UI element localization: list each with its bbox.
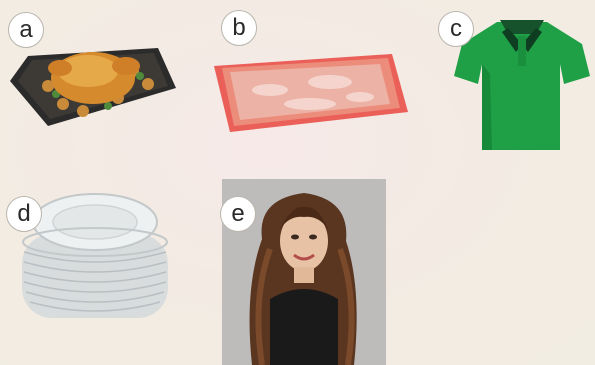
label-c: c — [438, 11, 474, 47]
label-d: d — [6, 196, 42, 232]
label-b: b — [221, 10, 257, 46]
label-e: e — [220, 196, 256, 232]
plates-stack-image — [22, 193, 168, 318]
label-a: a — [8, 12, 44, 48]
packaged-meat-image — [214, 54, 408, 132]
